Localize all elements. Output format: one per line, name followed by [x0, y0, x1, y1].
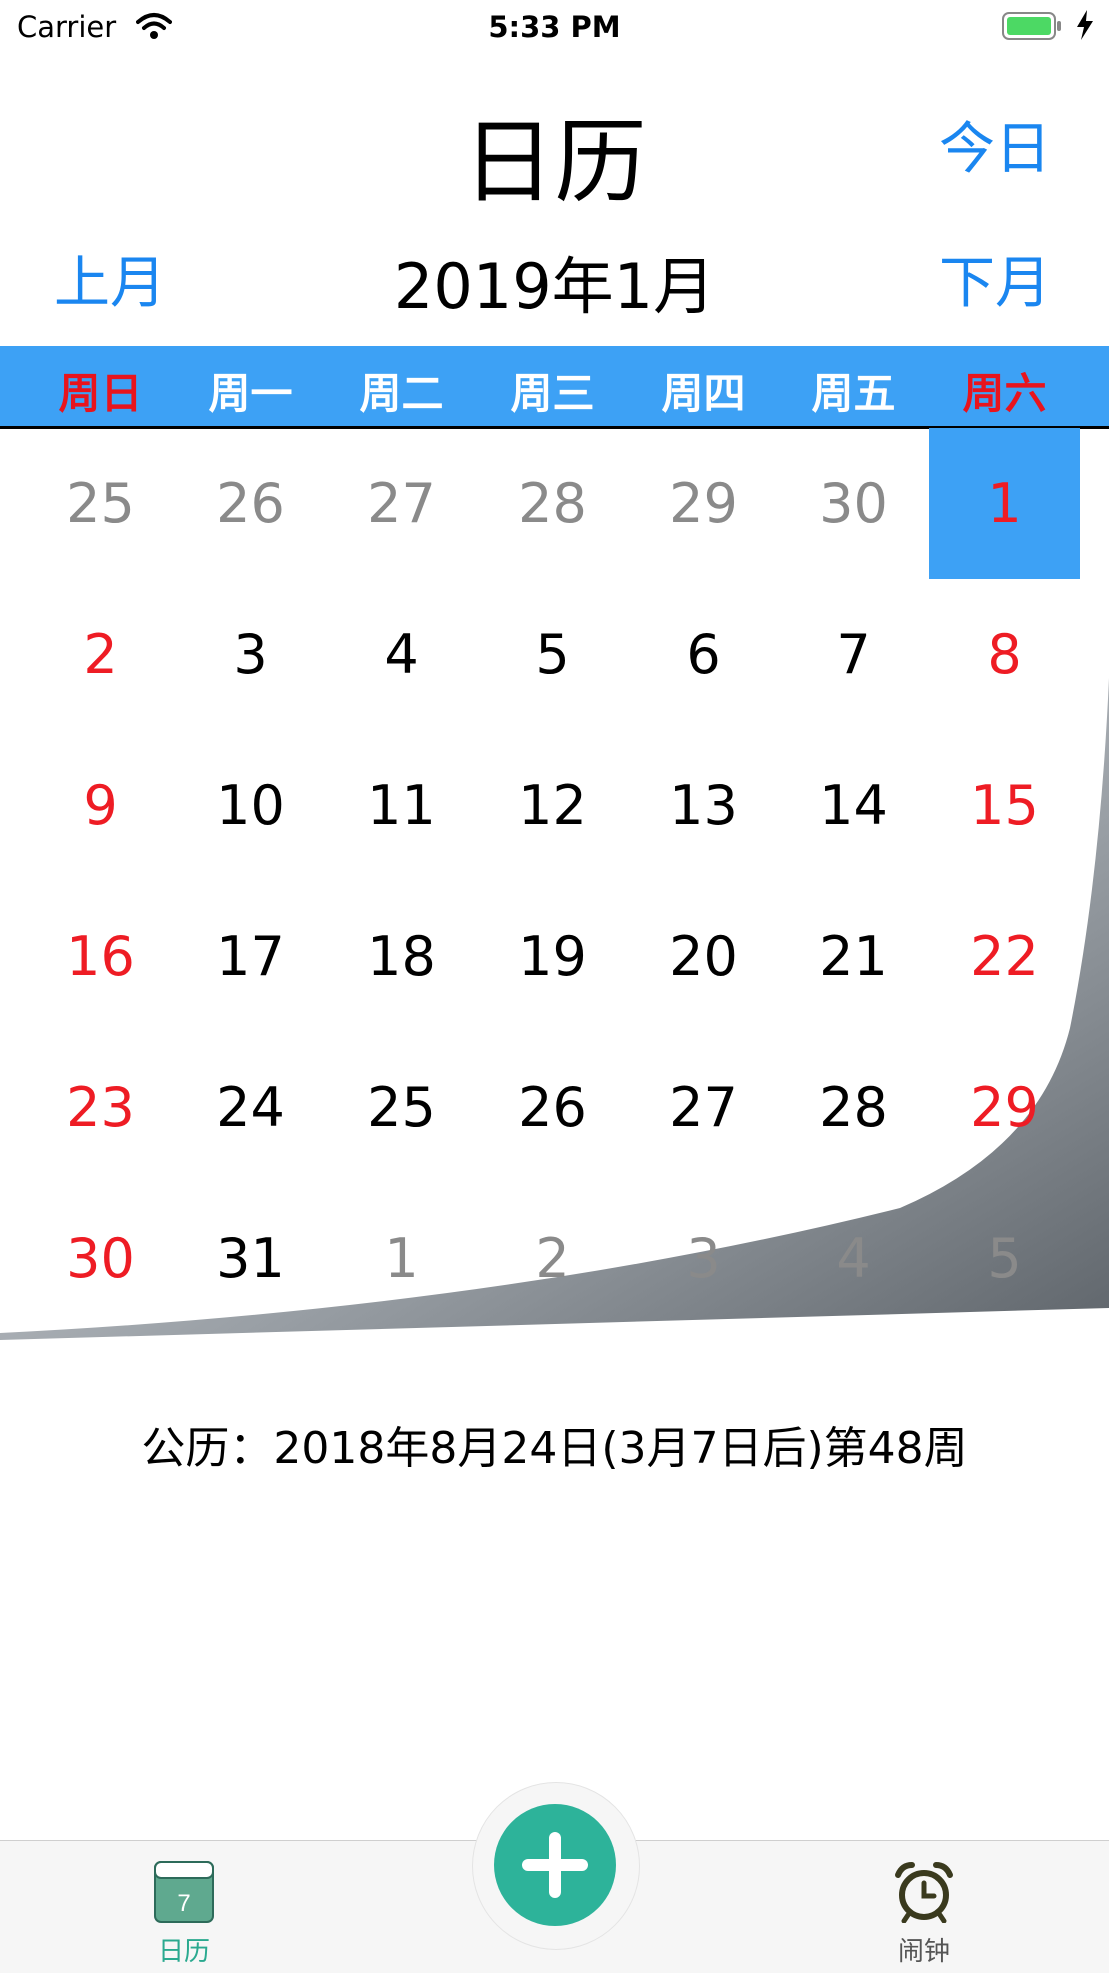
plus-icon: [522, 1832, 588, 1898]
calendar-day[interactable]: 27: [628, 1032, 779, 1183]
calendar-day[interactable]: 8: [929, 579, 1080, 730]
calendar-day[interactable]: 30: [25, 1183, 176, 1334]
calendar-day[interactable]: 23: [25, 1032, 176, 1183]
calendar-day[interactable]: 26: [175, 428, 326, 579]
calendar-day-selected[interactable]: 1: [929, 428, 1080, 579]
tab-calendar[interactable]: 7 日历: [84, 1841, 284, 1973]
tab-alarm-label: 闹钟: [897, 1937, 950, 1967]
calendar-day[interactable]: 18: [326, 881, 477, 1032]
alarm-clock-icon: [895, 1862, 953, 1923]
calendar-day[interactable]: 24: [175, 1032, 326, 1183]
calendar-day[interactable]: 19: [477, 881, 628, 1032]
calendar-day[interactable]: 28: [477, 428, 628, 579]
calendar-day[interactable]: 2: [25, 579, 176, 730]
status-time: 5:33 PM: [488, 10, 621, 44]
calendar-day[interactable]: 10: [175, 730, 326, 881]
calendar-day[interactable]: 29: [929, 1032, 1080, 1183]
calendar-day[interactable]: 31: [175, 1183, 326, 1334]
calendar-day[interactable]: 13: [628, 730, 779, 881]
calendar-day[interactable]: 28: [778, 1032, 929, 1183]
calendar-day[interactable]: 15: [929, 730, 1080, 881]
calendar-icon-day: 7: [177, 1890, 190, 1917]
calendar-day[interactable]: 3: [175, 579, 326, 730]
calendar-day[interactable]: 16: [25, 881, 176, 1032]
today-button[interactable]: 今日: [939, 104, 1051, 185]
calendar-grid: 25 26 27 28 29 30 1 2 3 4 5 6 7 8 9 10 11 12 13 14 15 16 17 18 1…: [0, 428, 1109, 1340]
calendar-day[interactable]: 6: [628, 579, 779, 730]
weekday-sun: 周日: [58, 369, 143, 418]
next-month-button[interactable]: 下月: [939, 238, 1051, 319]
weekday-sat: 周六: [962, 369, 1047, 418]
weekday-thu: 周四: [661, 369, 746, 418]
calendar-day[interactable]: 17: [175, 881, 326, 1032]
calendar-day[interactable]: 2: [477, 1183, 628, 1334]
calendar-day[interactable]: 5: [929, 1183, 1080, 1334]
calendar-day[interactable]: 27: [326, 428, 477, 579]
weekday-wed: 周三: [510, 369, 595, 418]
calendar-day[interactable]: 7: [778, 579, 929, 730]
weekday-header: 周日 周一 周二 周三 周四 周五 周六: [0, 346, 1109, 429]
calendar-day[interactable]: 30: [778, 428, 929, 579]
calendar-day[interactable]: 29: [628, 428, 779, 579]
calendar-day[interactable]: 1: [326, 1183, 477, 1334]
calendar-day[interactable]: 14: [778, 730, 929, 881]
tab-alarm[interactable]: 闹钟: [824, 1841, 1024, 1973]
calendar-day[interactable]: 11: [326, 730, 477, 881]
calendar-day[interactable]: 3: [628, 1183, 779, 1334]
bolt-icon: [1077, 10, 1093, 40]
calendar-day[interactable]: 20: [628, 881, 779, 1032]
calendar-day[interactable]: 5: [477, 579, 628, 730]
calendar-day[interactable]: 4: [778, 1183, 929, 1334]
add-button[interactable]: [494, 1804, 616, 1926]
calendar-day[interactable]: 22: [929, 881, 1080, 1032]
calendar-icon: 7: [154, 1861, 214, 1923]
calendar-day[interactable]: 4: [326, 579, 477, 730]
battery-icon: [1002, 12, 1061, 40]
weekday-fri: 周五: [811, 369, 896, 418]
tab-calendar-label: 日历: [157, 1937, 210, 1967]
status-bar: Carrier 5:33 PM: [0, 0, 1109, 56]
calendar-day[interactable]: 26: [477, 1032, 628, 1183]
calendar-day[interactable]: 25: [326, 1032, 477, 1183]
weekday-tue: 周二: [359, 369, 444, 418]
calendar-day[interactable]: 25: [25, 428, 176, 579]
calendar-day[interactable]: 12: [477, 730, 628, 881]
date-info: 公历：2018年8月24日(3月7日后)第48周: [141, 1423, 968, 1474]
calendar-day[interactable]: 9: [25, 730, 176, 881]
weekday-mon: 周一: [208, 369, 293, 418]
calendar-day[interactable]: 21: [778, 881, 929, 1032]
